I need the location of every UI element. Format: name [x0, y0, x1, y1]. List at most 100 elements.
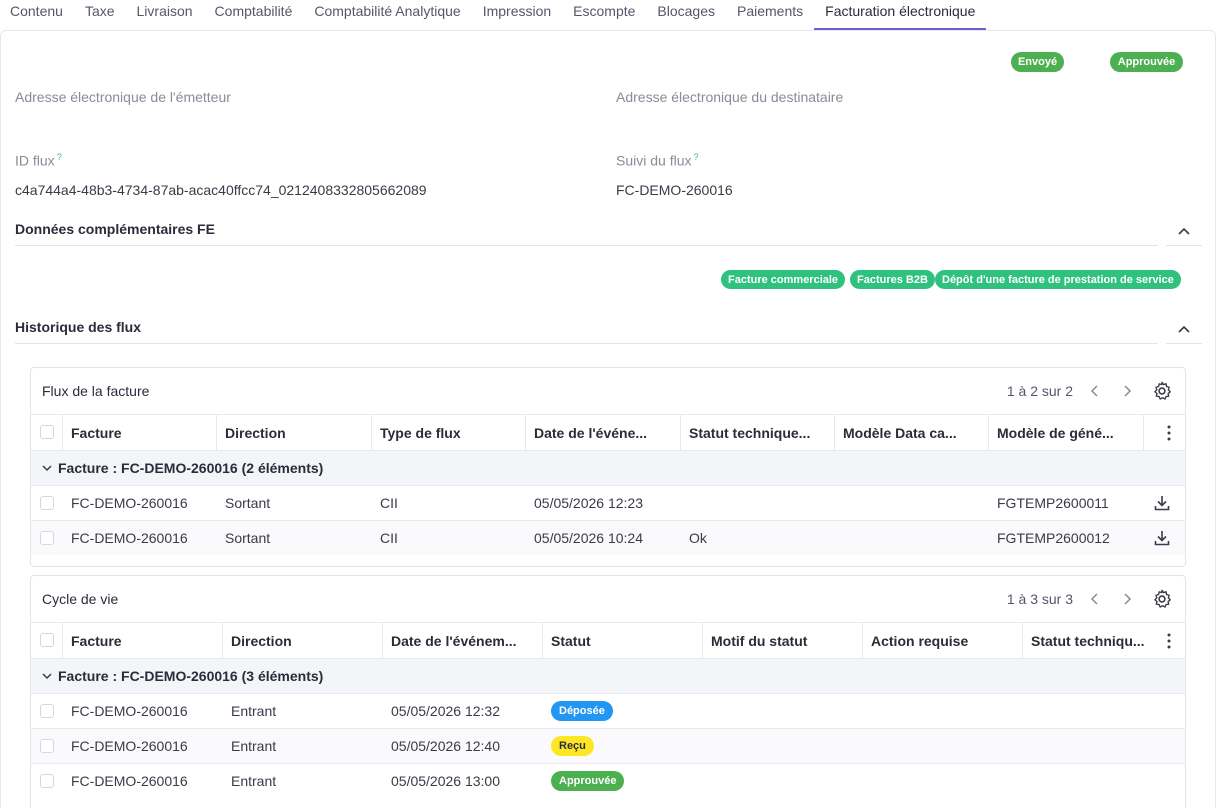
grid-header-row: Facture Direction Date de l'événem... St… — [31, 622, 1185, 658]
download-icon[interactable] — [1153, 529, 1171, 547]
tab-comptabilite[interactable]: Comptabilité — [204, 0, 304, 30]
grid-toolbar: Flux de la facture 1 à 2 sur 2 — [31, 368, 1185, 414]
table-row[interactable]: FC-DEMO-260016 Entrant 05/05/2026 13:00 … — [31, 763, 1185, 798]
cell-direction: Entrant — [231, 773, 277, 789]
column-header[interactable]: Statut techniqu... — [1023, 623, 1158, 658]
group-label: Facture : FC-DEMO-260016 (3 éléments) — [42, 659, 323, 693]
tab-contenu[interactable]: Contenu — [0, 0, 74, 30]
column-header[interactable]: Type de flux — [372, 415, 526, 450]
tab-paiements[interactable]: Paiements — [726, 0, 814, 30]
chevron-right-icon — [1124, 385, 1132, 397]
select-all-cell — [31, 415, 63, 450]
gear-icon[interactable] — [1151, 380, 1173, 402]
tracking-value: FC-DEMO-260016 — [616, 182, 733, 198]
gear-icon[interactable] — [1151, 588, 1173, 610]
section-title-fe: Données complémentaires FE — [15, 221, 215, 237]
row-checkbox[interactable] — [40, 531, 54, 545]
cell-facture: FC-DEMO-260016 — [71, 703, 188, 719]
chevron-left-icon — [1090, 593, 1098, 605]
chip-facture-commerciale: Facture commerciale — [721, 270, 846, 289]
tab-blocages[interactable]: Blocages — [646, 0, 726, 30]
prev-page-button[interactable] — [1085, 380, 1105, 402]
chevron-down-icon — [42, 673, 52, 680]
column-header[interactable]: Modèle Data ca... — [835, 415, 989, 450]
chevron-left-icon — [1090, 385, 1098, 397]
collapse-history-button[interactable] — [1166, 316, 1202, 344]
cell-statut: Approuvée — [543, 764, 703, 798]
chevron-down-icon — [42, 465, 52, 472]
tab-comptabilite-analytique[interactable]: Comptabilité Analytique — [303, 0, 471, 30]
download-icon[interactable] — [1153, 494, 1171, 512]
group-row[interactable]: Facture : FC-DEMO-260016 (3 éléments) — [31, 658, 1185, 693]
table-row[interactable]: FC-DEMO-260016 Entrant 05/05/2026 12:32 … — [31, 693, 1185, 728]
next-page-button[interactable] — [1117, 588, 1137, 610]
lifecycle-grid: Cycle de vie 1 à 3 sur 3 Facture Directi… — [30, 575, 1186, 808]
chip-depot-prestation: Dépôt d'une facture de prestation de ser… — [935, 270, 1181, 289]
cell-direction: Sortant — [225, 530, 271, 546]
column-header[interactable]: Facture — [63, 415, 217, 450]
cell-type: CII — [380, 495, 398, 511]
kebab-icon[interactable] — [1163, 632, 1175, 650]
column-header[interactable]: Statut technique... — [681, 415, 835, 450]
tab-facturation-electronique[interactable]: Facturation électronique — [814, 0, 987, 30]
column-header[interactable]: Direction — [223, 623, 383, 658]
select-all-cell — [31, 623, 63, 658]
row-checkbox[interactable] — [40, 774, 54, 788]
cell-statut: Déposée — [543, 694, 703, 728]
help-icon[interactable]: ? — [693, 152, 698, 162]
status-badge-approved: Approuvée — [1110, 52, 1183, 72]
next-page-button[interactable] — [1117, 380, 1137, 402]
pager-text: 1 à 3 sur 3 — [1006, 591, 1073, 607]
chevron-up-icon — [1178, 227, 1190, 235]
sender-address-label: Adresse électronique de l'émetteur — [15, 89, 231, 105]
table-row[interactable]: FC-DEMO-260016 Sortant CII 05/05/2026 12… — [31, 485, 1185, 520]
cell-modele-data — [835, 521, 989, 555]
divider — [15, 343, 1158, 344]
divider — [15, 245, 1158, 246]
cell-direction: Sortant — [225, 495, 271, 511]
tab-escompte[interactable]: Escompte — [562, 0, 646, 30]
column-header[interactable]: Facture — [63, 623, 223, 658]
help-icon[interactable]: ? — [57, 152, 62, 162]
column-header[interactable]: Direction — [217, 415, 372, 450]
flux-grid: Flux de la facture 1 à 2 sur 2 Facture D… — [30, 367, 1186, 567]
grid-title: Cycle de vie — [42, 591, 119, 607]
cell-modele-gen: FGTEMP2600012 — [997, 530, 1110, 546]
column-header[interactable]: Action requise — [863, 623, 1023, 658]
status-badge-sent: Envoyé — [1011, 52, 1064, 72]
cell-facture: FC-DEMO-260016 — [71, 530, 188, 546]
column-header[interactable]: Date de l'événe... — [526, 415, 681, 450]
grid-toolbar: Cycle de vie 1 à 3 sur 3 — [31, 576, 1185, 622]
column-header[interactable]: Motif du statut — [703, 623, 863, 658]
chip-factures-b2b: Factures B2B — [850, 270, 935, 289]
column-header[interactable]: Statut — [543, 623, 703, 658]
cell-date: 05/05/2026 12:40 — [391, 738, 500, 754]
cell-date: 05/05/2026 12:32 — [391, 703, 500, 719]
cell-date: 05/05/2026 12:23 — [534, 495, 643, 511]
select-all-checkbox[interactable] — [40, 425, 54, 439]
collapse-fe-button[interactable] — [1166, 218, 1202, 246]
cell-date: 05/05/2026 10:24 — [534, 530, 643, 546]
table-row[interactable]: FC-DEMO-260016 Sortant CII 05/05/2026 10… — [31, 520, 1185, 555]
tab-taxe[interactable]: Taxe — [74, 0, 126, 30]
group-label: Facture : FC-DEMO-260016 (2 éléments) — [42, 451, 323, 485]
chevron-right-icon — [1124, 593, 1132, 605]
row-checkbox[interactable] — [40, 704, 54, 718]
tab-livraison[interactable]: Livraison — [126, 0, 204, 30]
section-title-history: Historique des flux — [15, 319, 142, 335]
select-all-checkbox[interactable] — [40, 633, 54, 647]
table-row[interactable]: FC-DEMO-260016 Entrant 05/05/2026 12:40 … — [31, 728, 1185, 763]
column-header[interactable]: Date de l'événem... — [383, 623, 543, 658]
group-row[interactable]: Facture : FC-DEMO-260016 (2 éléments) — [31, 450, 1185, 485]
tab-impression[interactable]: Impression — [472, 0, 562, 30]
status-badge: Approuvée — [551, 771, 625, 791]
cell-direction: Entrant — [231, 703, 277, 719]
row-checkbox[interactable] — [40, 496, 54, 510]
row-checkbox[interactable] — [40, 739, 54, 753]
grid-header-row: Facture Direction Type de flux Date de l… — [31, 414, 1185, 450]
tracking-label: Suivi du flux? — [616, 152, 699, 169]
kebab-icon[interactable] — [1163, 424, 1175, 442]
prev-page-button[interactable] — [1085, 588, 1105, 610]
recipient-address-label: Adresse électronique du destinataire — [616, 89, 844, 105]
column-header[interactable]: Modèle de géné... — [989, 415, 1144, 450]
